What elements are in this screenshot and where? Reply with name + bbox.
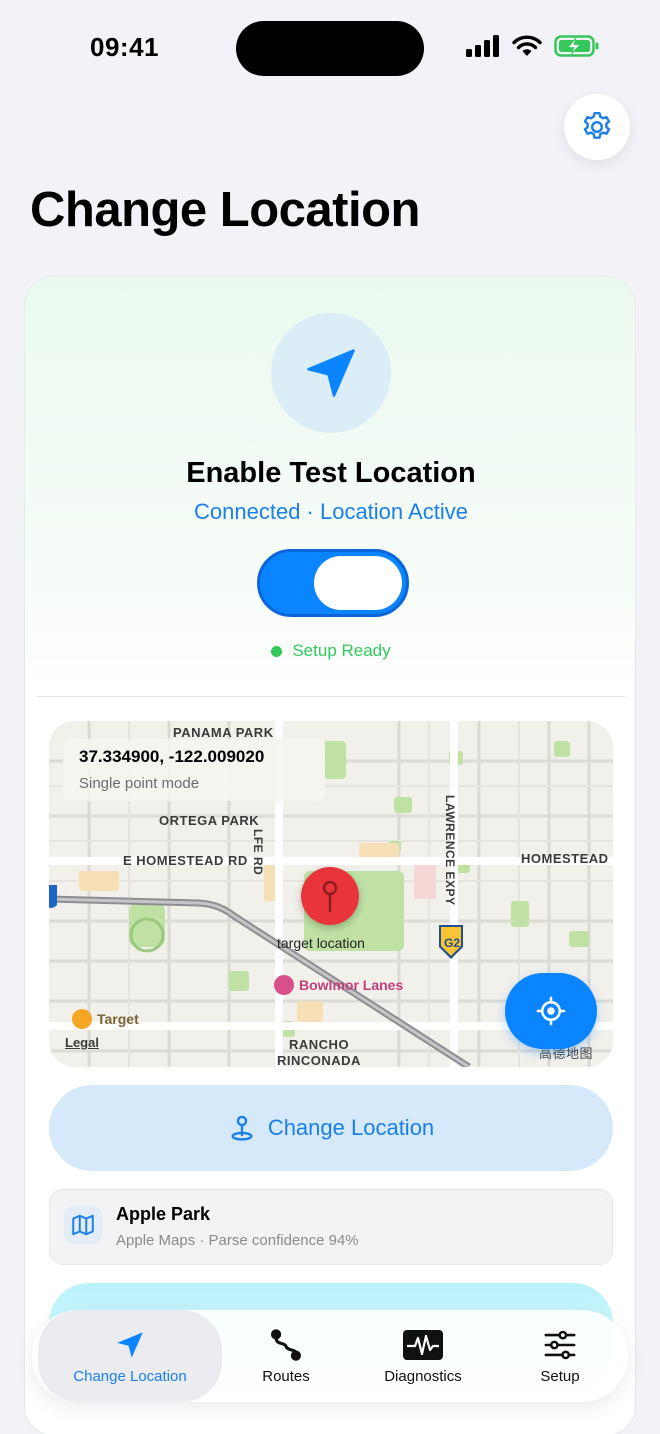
tab-bar: Change Location Routes Diagnostics Setup — [32, 1310, 628, 1402]
map-label-bowlmor-lanes: Bowlmor Lanes — [299, 977, 404, 993]
map-label-homestead-east: HOMESTEAD — [521, 851, 609, 866]
status-icons — [466, 34, 600, 58]
dynamic-island — [236, 21, 424, 76]
status-bar: 09:41 — [0, 0, 660, 96]
tab-label: Setup — [540, 1367, 580, 1385]
coordinate-readout: 37.334900, -122.009020 Single point mode — [63, 739, 325, 801]
gear-icon — [583, 112, 611, 139]
page-title: Change Location — [30, 183, 420, 237]
map-label-rancho: RANCHO — [289, 1037, 350, 1052]
connection-status: Connected · Location Active — [194, 499, 468, 524]
map-legal-link[interactable]: Legal — [65, 1035, 99, 1050]
location-arrow-icon — [307, 349, 355, 397]
place-source: Apple Maps · Parse confidence 94% — [116, 1232, 359, 1249]
tab-routes[interactable]: Routes — [228, 1310, 344, 1402]
route-icon — [270, 1328, 302, 1361]
wifi-icon — [512, 35, 542, 56]
tab-change-location[interactable]: Change Location — [38, 1310, 222, 1402]
tab-label: Routes — [262, 1367, 310, 1385]
location-status-badge — [271, 313, 391, 433]
location-card: Enable Test Location Connected · Locatio… — [24, 276, 636, 1434]
map-icon — [64, 1206, 102, 1244]
map-label-homestead-rd: E HOMESTEAD RD — [123, 853, 248, 868]
map-label-ortega-park: ORTEGA PARK — [159, 813, 260, 828]
tab-diagnostics[interactable]: Diagnostics — [362, 1310, 484, 1402]
map-label-wolfe-rd: LFE RD — [251, 829, 265, 876]
change-location-label: Change Location — [267, 1115, 435, 1140]
location-arrow-icon — [117, 1331, 143, 1358]
battery-charging-icon — [554, 35, 599, 57]
settings-button[interactable] — [564, 94, 630, 160]
status-dot — [271, 645, 283, 657]
map-label-target: Target — [97, 1011, 139, 1027]
setup-status: Setup Ready — [25, 641, 635, 661]
toggle-knob — [314, 556, 402, 610]
mode-label: Single point mode — [79, 775, 200, 792]
tab-label: Change Location — [73, 1367, 187, 1385]
map-label-lawrence-expy: LAWRENCE EXPY — [443, 795, 457, 906]
sliders-icon — [544, 1330, 576, 1359]
tab-setup[interactable]: Setup — [510, 1310, 610, 1402]
change-location-button[interactable]: Change Location — [49, 1085, 613, 1171]
place-suggestion[interactable]: Apple Park Apple Maps · Parse confidence… — [49, 1189, 613, 1265]
map-label-target-location: target location — [277, 935, 365, 951]
pin-icon — [322, 880, 338, 913]
svg-text:G2: G2 — [444, 936, 460, 950]
divider — [37, 696, 625, 697]
location-pin[interactable] — [301, 867, 359, 925]
recenter-button[interactable] — [505, 973, 597, 1049]
map-view[interactable]: G2 37.334900, -122.009020 Single point m… — [49, 721, 613, 1067]
waveform-icon — [403, 1329, 443, 1360]
status-time: 09:41 — [90, 32, 159, 62]
cellular-signal-icon — [466, 35, 499, 57]
map-label-panama-park: PANAMA PARK — [173, 725, 274, 740]
map-label-rinconada: RINCONADA — [277, 1053, 361, 1067]
setup-status-label: Setup Ready — [292, 641, 391, 660]
tab-label: Diagnostics — [384, 1367, 462, 1385]
place-name: Apple Park — [116, 1204, 211, 1224]
pin-drop-icon — [231, 1115, 253, 1141]
crosshair-icon — [536, 996, 566, 1026]
coordinates-value: 37.334900, -122.009020 — [79, 747, 265, 766]
enable-test-location-title: Enable Test Location — [186, 457, 476, 489]
test-location-toggle[interactable] — [257, 549, 409, 617]
